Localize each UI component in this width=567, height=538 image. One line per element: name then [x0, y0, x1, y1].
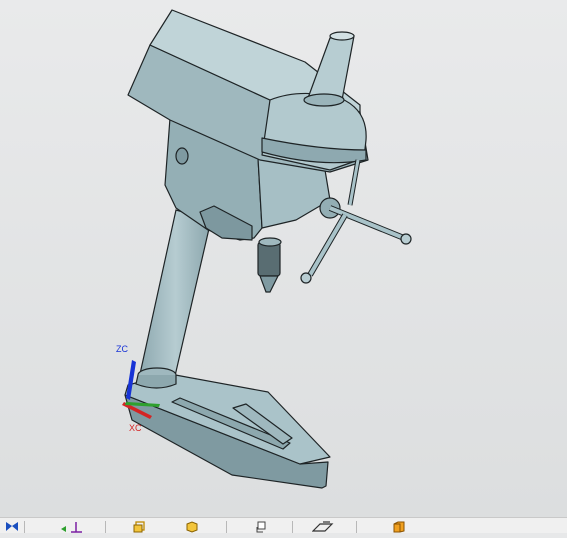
- drill-chuck: [257, 237, 282, 293]
- toolbar-separator: [105, 521, 106, 533]
- column: [135, 209, 212, 389]
- section-view-icon[interactable]: [254, 520, 268, 533]
- solid-box-icon[interactable]: [392, 520, 406, 533]
- shaded-cube-icon[interactable]: [185, 520, 199, 533]
- drill-press-model[interactable]: [0, 0, 567, 517]
- wireframe-cube-icon[interactable]: [133, 520, 147, 533]
- toolbar-separator: [292, 521, 293, 533]
- sketch-plane-icon[interactable]: [311, 520, 334, 533]
- graphics-viewport[interactable]: ZC XC: [0, 0, 567, 517]
- zc-axis-label: ZC: [116, 344, 128, 354]
- fit-view-icon[interactable]: [5, 520, 19, 533]
- base-plate: [124, 373, 331, 489]
- xc-axis-label: XC: [129, 423, 142, 433]
- wcs-origin-icon[interactable]: [60, 520, 82, 533]
- bottom-toolbar: [0, 517, 567, 533]
- toolbar-separator: [226, 521, 227, 533]
- toolbar-separator: [356, 521, 357, 533]
- toolbar-separator: [24, 521, 25, 533]
